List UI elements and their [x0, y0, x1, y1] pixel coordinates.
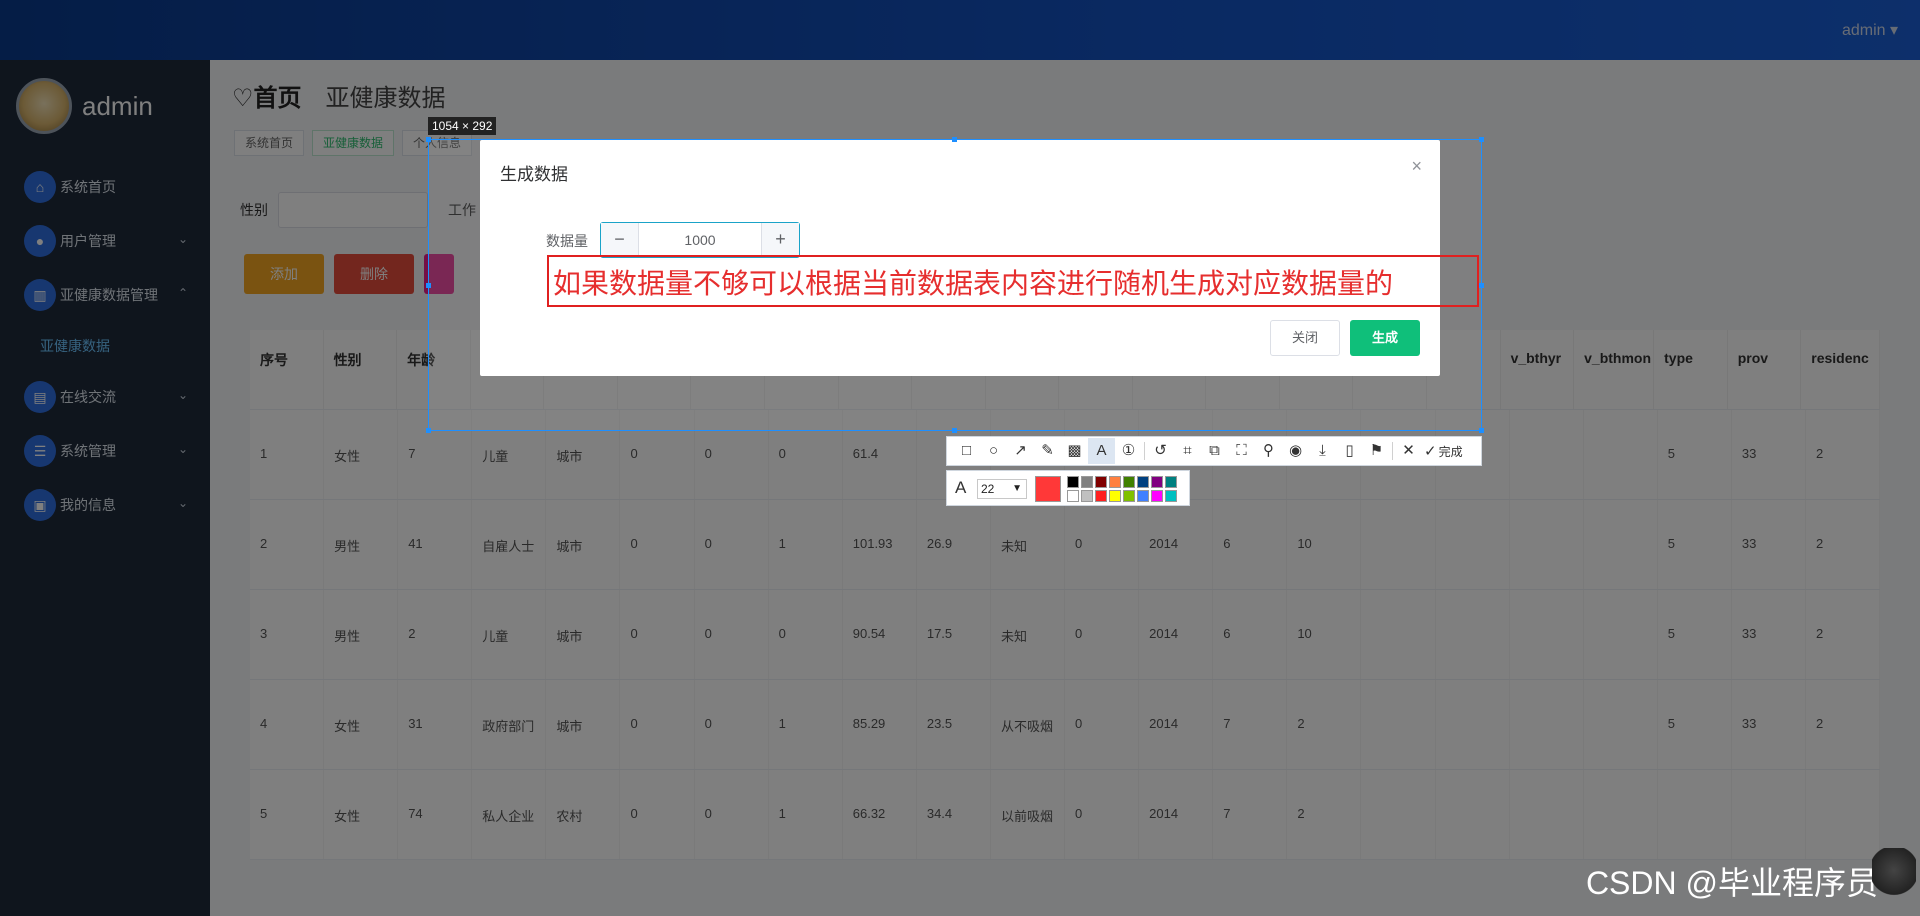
color-swatch[interactable]	[1067, 476, 1079, 488]
color-swatch[interactable]	[1165, 490, 1177, 502]
color-swatch[interactable]	[1151, 490, 1163, 502]
resize-handle[interactable]	[426, 283, 431, 288]
cat-logo-icon	[1872, 848, 1916, 904]
color-swatch[interactable]	[1081, 490, 1093, 502]
pen-tool-icon[interactable]: ✎	[1034, 438, 1061, 464]
number-tool-icon[interactable]: ①	[1115, 438, 1142, 464]
selection-border[interactable]	[428, 139, 1482, 431]
resize-handle[interactable]	[952, 428, 957, 433]
check-icon: ✓	[1424, 443, 1437, 460]
color-swatch[interactable]	[1151, 476, 1163, 488]
record-icon[interactable]: ◉	[1282, 438, 1309, 464]
color-swatch[interactable]	[1137, 476, 1149, 488]
color-swatch[interactable]	[1095, 490, 1107, 502]
undo-icon[interactable]: ↺	[1147, 438, 1174, 464]
text-tool-icon[interactable]: A	[1088, 438, 1115, 464]
color-swatch[interactable]	[1095, 476, 1107, 488]
color-swatch[interactable]	[1123, 490, 1135, 502]
color-swatch[interactable]	[1067, 490, 1079, 502]
pin-icon[interactable]: ⚲	[1255, 438, 1282, 464]
text-style-palette: A 22 ▼	[946, 470, 1190, 506]
phone-icon[interactable]: ▯	[1336, 438, 1363, 464]
mosaic-tool-icon[interactable]: ▩	[1061, 438, 1088, 464]
dropdown-arrow-icon: ▼	[1012, 483, 1022, 494]
resize-handle[interactable]	[1479, 428, 1484, 433]
color-swatch[interactable]	[1137, 490, 1149, 502]
resize-handle[interactable]	[952, 137, 957, 142]
resize-handle[interactable]	[426, 137, 431, 142]
color-swatch[interactable]	[1109, 476, 1121, 488]
ellipse-tool-icon[interactable]: ○	[980, 438, 1007, 464]
watermark: CSDN @毕业程序员	[1585, 865, 1878, 901]
font-size-select[interactable]: 22 ▼	[977, 479, 1027, 499]
font-size-value: 22	[981, 482, 995, 496]
translate-icon[interactable]: ⧉	[1201, 438, 1228, 464]
done-button[interactable]: ✓ 完成	[1424, 442, 1463, 460]
arrow-tool-icon[interactable]: ↗	[1007, 438, 1034, 464]
screenshot-toolbar: □ ○ ↗ ✎ ▩ A ① ↺ ⌗ ⧉ ⛶ ⚲ ◉ ⤓ ▯ ⚑ ✕ ✓ 完成	[946, 436, 1482, 466]
font-icon: A	[955, 478, 967, 497]
current-color-swatch[interactable]	[1035, 476, 1061, 502]
rectangle-tool-icon[interactable]: □	[953, 438, 980, 464]
crop-icon[interactable]: ⌗	[1174, 438, 1201, 464]
resize-handle[interactable]	[1479, 283, 1484, 288]
fullscreen-icon[interactable]: ⛶	[1228, 438, 1255, 464]
color-swatch[interactable]	[1081, 476, 1093, 488]
color-swatch[interactable]	[1165, 476, 1177, 488]
resize-handle[interactable]	[426, 428, 431, 433]
download-icon[interactable]: ⤓	[1309, 438, 1336, 464]
color-swatch[interactable]	[1109, 490, 1121, 502]
toolbar-divider	[1392, 442, 1393, 460]
cancel-icon[interactable]: ✕	[1395, 438, 1422, 464]
color-swatch[interactable]	[1123, 476, 1135, 488]
color-swatches	[1067, 476, 1178, 503]
selection-size-label: 1054 × 292	[428, 117, 497, 135]
resize-handle[interactable]	[1479, 137, 1484, 142]
done-label: 完成	[1438, 445, 1463, 459]
toolbar-divider	[1144, 442, 1145, 460]
bookmark-icon[interactable]: ⚑	[1363, 438, 1390, 464]
